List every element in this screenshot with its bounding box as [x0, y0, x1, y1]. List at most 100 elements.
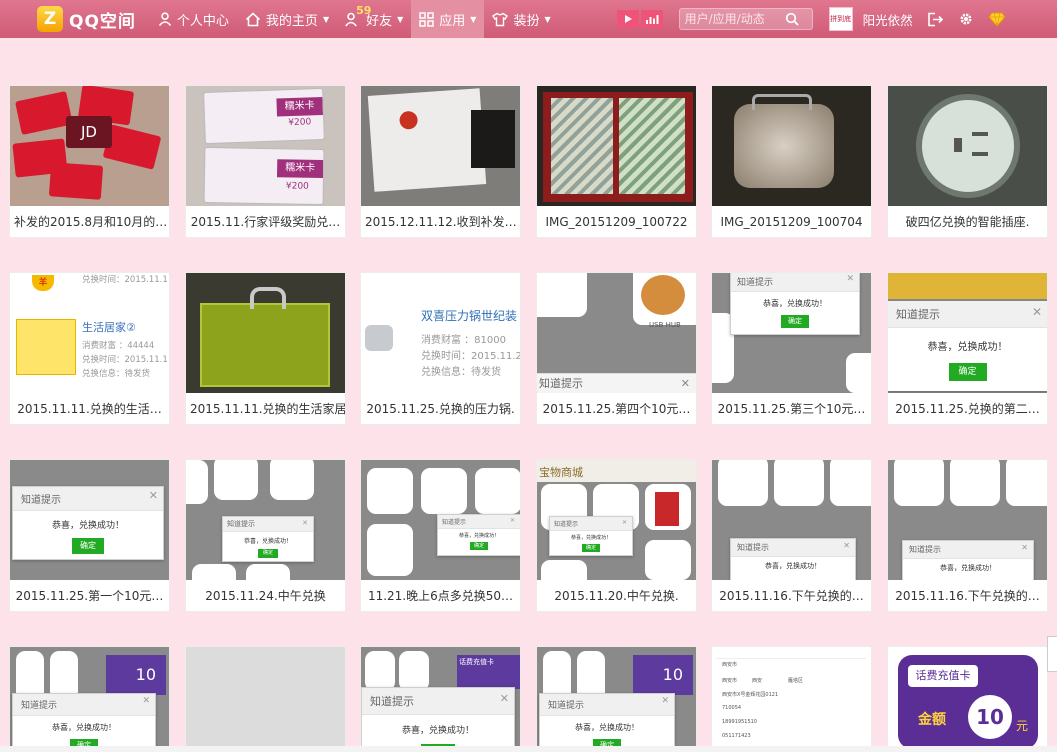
success-dialog: 知道提示 ✕ 恭喜，兑换成功！ 确定: [12, 486, 164, 560]
pot-image: [365, 325, 393, 351]
avatar[interactable]: 拼到底: [828, 7, 853, 31]
photo-card[interactable]: 西安市 西安市 西安 雁塔区 西安市X号金辉花园0121 710054 1899…: [711, 646, 872, 752]
photo-caption[interactable]: IMG_20151209_100704: [712, 208, 871, 236]
photo-card[interactable]: 知道提示 ✕ 恭喜，兑换成功！ 确定 2015.11.24.中午兑换: [185, 459, 346, 612]
photo-card[interactable]: 糯米卡 ¥200 糯米卡 ¥200 2015.11.行家评级奖励兑…: [185, 85, 346, 238]
photo-card[interactable]: 话费充值卡 知道提示✕ 恭喜，兑换成功！ 确定: [360, 646, 521, 752]
recharge-card-image: 10: [633, 655, 693, 695]
nav-friends[interactable]: 59 好友 ▼: [337, 0, 411, 38]
photo-thumbnail[interactable]: USB HUB 知道提示 ✕: [537, 273, 696, 393]
vip-diamond-button[interactable]: [987, 12, 1006, 27]
photo-thumbnail[interactable]: [361, 86, 520, 206]
nav-label: 个人中心: [176, 13, 229, 29]
card-label: 糯米卡: [276, 96, 323, 117]
photo-card[interactable]: 破四亿兑换的智能插座.: [887, 85, 1048, 238]
photo-caption[interactable]: 补发的2015.8月和10月的…: [10, 208, 169, 236]
red-card-shape: [48, 162, 104, 200]
nav-personal-center[interactable]: 个人中心: [150, 0, 237, 38]
photo-card[interactable]: 10 知道提示 ✕ 恭喜，兑换成功！ 确定: [536, 646, 697, 752]
photo-card[interactable]: 宝物商城 知道提示 ✕ 恭喜，兑换成功！ 确定 2015.11.20.中午兑换.: [536, 459, 697, 612]
photo-caption[interactable]: 2015.11.25.第三个10元…: [712, 395, 871, 423]
dialog-message: 恭喜，兑换成功！: [401, 726, 474, 736]
exchange-time: 兑换时间：2015.11.2: [421, 351, 520, 362]
scroll-tab[interactable]: [1047, 636, 1057, 672]
photo-card[interactable]: 2015.12.11.12.收到补发…: [360, 85, 521, 238]
photo-card[interactable]: 10 知道提示 ✕ 恭喜，兑换成功！ 确定: [9, 646, 170, 752]
photo-thumbnail[interactable]: [888, 86, 1047, 206]
music-bars-button[interactable]: [640, 10, 663, 28]
logout-icon: [927, 12, 943, 26]
photo-card[interactable]: 知道提示 ✕ 恭喜，兑换成功！ 确定 2015.11.25.兑换的第二…: [887, 272, 1048, 425]
search-icon[interactable]: [785, 12, 799, 26]
photo-thumbnail[interactable]: 知道提示 ✕ 恭喜，兑换成功！ 确定: [361, 460, 520, 580]
exchange-time: 兑换时间：2015.11.1: [82, 275, 168, 285]
photo-card[interactable]: 知道提示 ✕ 恭喜，兑换成功！ 确定 2015.11.25.第三个10元…: [711, 272, 872, 425]
photo-thumbnail[interactable]: 羊 兑换时间：2015.11.1 生活居家② 消费财富 ：44444 兑换时间：…: [10, 273, 169, 393]
gift-card-shape: 糯米卡 ¥200: [203, 87, 325, 145]
photo-thumbnail[interactable]: [712, 86, 871, 206]
photo-thumbnail[interactable]: 宝物商城 知道提示 ✕ 恭喜，兑换成功！ 确定: [537, 460, 696, 580]
nav-my-homepage[interactable]: 我的主页 ▼: [237, 0, 337, 38]
logout-button[interactable]: [927, 12, 944, 27]
photo-card[interactable]: JD 补发的2015.8月和10月的…: [9, 85, 170, 238]
wallet-shape: [471, 110, 515, 168]
towel-shape: [551, 98, 613, 194]
photo-caption[interactable]: 2015.11.25.第四个10元…: [537, 395, 696, 423]
photo-thumbnail[interactable]: 双喜压力锅世纪装 消费财富 ：81000 兑换时间：2015.11.2 兑换信息…: [361, 273, 520, 393]
username[interactable]: 阳光依然: [863, 10, 913, 29]
photo-card[interactable]: 双喜压力锅世纪装 消费财富 ：81000 兑换时间：2015.11.2 兑换信息…: [360, 272, 521, 425]
photo-card[interactable]: USB HUB 知道提示 ✕ 2015.11.25.第四个10元…: [536, 272, 697, 425]
photo-caption[interactable]: 2015.11.11.兑换的生活…: [10, 395, 169, 423]
photo-thumbnail[interactable]: [537, 86, 696, 206]
photo-thumbnail[interactable]: 知道提示 ✕ 恭喜，兑换成功！: [888, 460, 1047, 580]
nav-dress-up[interactable]: 装扮 ▼: [484, 0, 558, 38]
photo-thumbnail[interactable]: 知道提示 ✕ 恭喜，兑换成功！ 确定: [10, 460, 169, 580]
photo-thumbnail[interactable]: 10 知道提示 ✕ 恭喜，兑换成功！ 确定: [537, 647, 696, 752]
photo-thumbnail[interactable]: JD: [10, 86, 169, 206]
photo-caption[interactable]: 2015.11.20.中午兑换.: [537, 582, 696, 610]
product-name: 生活居家②: [82, 321, 136, 334]
photo-thumbnail[interactable]: 西安市 西安市 西安 雁塔区 西安市X号金辉花园0121 710054 1899…: [712, 647, 871, 752]
qzone-logo[interactable]: Z QQ空间: [37, 0, 136, 38]
photo-card[interactable]: 羊 兑换时间：2015.11.1 生活居家② 消费财富 ：44444 兑换时间：…: [9, 272, 170, 425]
photo-thumbnail[interactable]: 知道提示 ✕ 恭喜，兑换成功！ 确定: [888, 273, 1047, 393]
search-input[interactable]: [684, 12, 785, 26]
photo-thumbnail[interactable]: 知道提示 ✕ 恭喜，兑换成功！: [712, 460, 871, 580]
photo-card-loading[interactable]: [185, 646, 346, 752]
photo-caption[interactable]: 2015.11.24.中午兑换: [186, 582, 345, 610]
settings-button[interactable]: [958, 11, 974, 27]
play-button[interactable]: [616, 10, 639, 28]
photo-caption[interactable]: 2015.11.25.兑换的第二…: [888, 395, 1047, 423]
photo-thumbnail[interactable]: 话费充值卡 金额 10 元: [888, 647, 1047, 752]
photo-caption[interactable]: 11.21.晚上6点多兑换50…: [361, 582, 520, 610]
photo-caption[interactable]: 2015.12.11.12.收到补发…: [361, 208, 520, 236]
photo-card[interactable]: IMG_20151209_100704: [711, 85, 872, 238]
photo-card[interactable]: 2015.11.11.兑换的生活家居: [185, 272, 346, 425]
photo-caption[interactable]: 2015.11.行家评级奖励兑…: [186, 208, 345, 236]
photo-card[interactable]: 知道提示 ✕ 恭喜，兑换成功！ 确定 11.21.晚上6点多兑换50…: [360, 459, 521, 612]
photo-thumbnail[interactable]: 知道提示 ✕ 恭喜，兑换成功！ 确定: [186, 460, 345, 580]
close-icon: ✕: [1021, 543, 1028, 552]
search-box[interactable]: [678, 8, 813, 30]
card-label: 糯米卡: [276, 159, 324, 179]
photo-caption[interactable]: 2015.11.16.下午兑换的…: [888, 582, 1047, 610]
header-strip: [888, 273, 1047, 299]
photo-caption[interactable]: 2015.11.25.兑换的压力锅.: [361, 395, 520, 423]
photo-card[interactable]: 知道提示 ✕ 恭喜，兑换成功！ 2015.11.16.下午兑换的…: [711, 459, 872, 612]
photo-card[interactable]: IMG_20151209_100722: [536, 85, 697, 238]
product-tile: [894, 460, 944, 506]
photo-caption[interactable]: 2015.11.25.第一个10元…: [10, 582, 169, 610]
photo-caption[interactable]: 2015.11.11.兑换的生活家居: [186, 395, 345, 423]
photo-thumbnail[interactable]: 10 知道提示 ✕ 恭喜，兑换成功！ 确定: [10, 647, 169, 752]
photo-thumbnail[interactable]: [186, 273, 345, 393]
photo-caption[interactable]: 破四亿兑换的智能插座.: [888, 208, 1047, 236]
photo-thumbnail[interactable]: 糯米卡 ¥200 糯米卡 ¥200: [186, 86, 345, 206]
photo-card[interactable]: 知道提示 ✕ 恭喜，兑换成功！ 确定 2015.11.25.第一个10元…: [9, 459, 170, 612]
photo-caption[interactable]: IMG_20151209_100722: [537, 208, 696, 236]
photo-card[interactable]: 知道提示 ✕ 恭喜，兑换成功！ 2015.11.16.下午兑换的…: [887, 459, 1048, 612]
photo-card[interactable]: 话费充值卡 金额 10 元: [887, 646, 1048, 752]
photo-thumbnail[interactable]: 知道提示 ✕ 恭喜，兑换成功！ 确定: [712, 273, 871, 393]
photo-thumbnail[interactable]: 话费充值卡 知道提示✕ 恭喜，兑换成功！ 确定: [361, 647, 520, 752]
photo-caption[interactable]: 2015.11.16.下午兑换的…: [712, 582, 871, 610]
nav-apps[interactable]: 应用 ▼: [411, 0, 485, 38]
